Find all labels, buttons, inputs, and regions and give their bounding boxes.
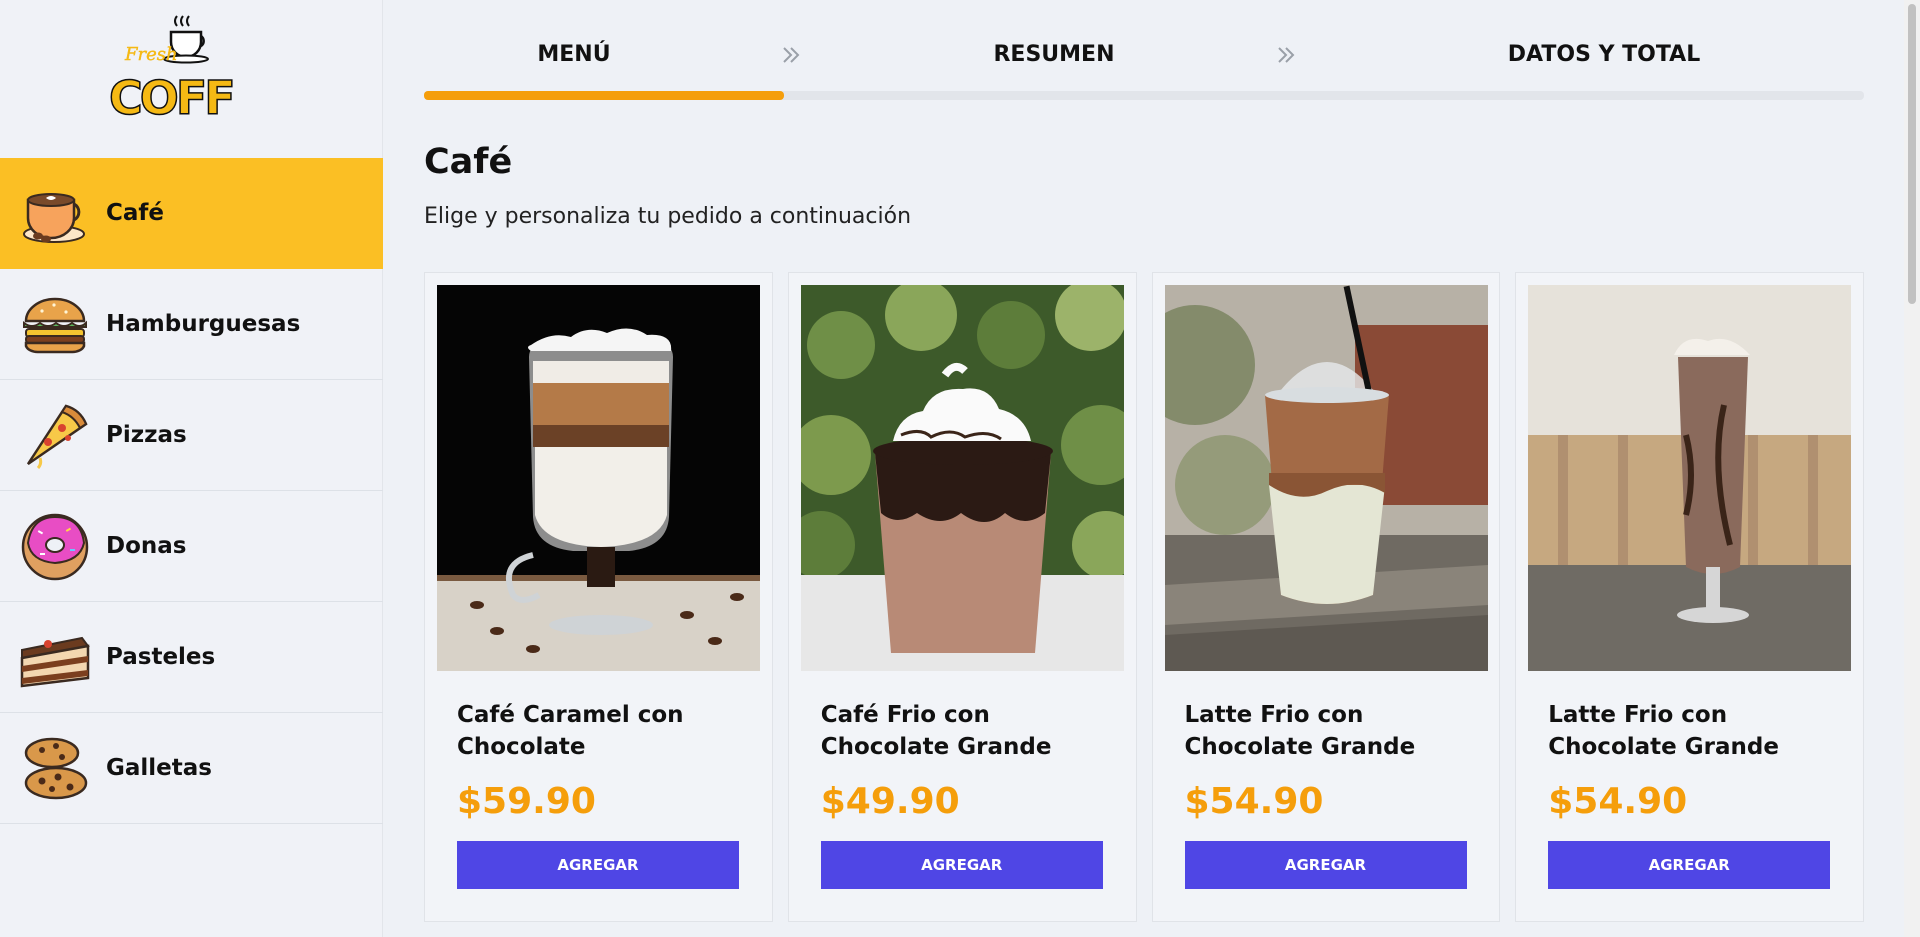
- sidebar-item-label: Pasteles: [106, 644, 216, 670]
- product-price: $49.90: [820, 781, 960, 822]
- step-datos-total[interactable]: DATOS Y TOTAL: [1454, 42, 1754, 67]
- product-grid: Café Caramel con Chocolate $59.90 AGREGA…: [424, 272, 1864, 922]
- sidebar-item-cafe[interactable]: Café: [0, 158, 383, 269]
- product-name: Café Caramel con Chocolate: [457, 702, 684, 760]
- product-name: Latte Frio con Chocolate Grande: [1184, 702, 1416, 760]
- sidebar-item-galletas[interactable]: Galletas: [0, 713, 383, 824]
- product-card: Latte Frio con Chocolate Grande $54.90 A…: [1151, 272, 1501, 922]
- sidebar-item-label: Donas: [106, 533, 187, 559]
- product-price: $59.90: [457, 781, 596, 822]
- product-image: [1528, 285, 1852, 671]
- step-menu[interactable]: MENÚ: [474, 42, 674, 67]
- donut-icon: [21, 513, 89, 581]
- page-subtitle: Elige y personaliza tu pedido a continua…: [424, 204, 912, 229]
- sidebar: Fresh COFFEE Café: [0, 0, 383, 937]
- hamburger-icon: [23, 297, 87, 354]
- sidebar-item-label: Hamburguesas: [106, 311, 301, 337]
- add-to-order-button[interactable]: AGREGAR: [1184, 841, 1467, 889]
- pizza-slice-icon: [26, 404, 88, 470]
- coffee-cup-icon: [23, 193, 85, 243]
- category-list: Café Hamburguesas Pizzas Donas Pasteles …: [0, 158, 383, 824]
- sidebar-item-pizzas[interactable]: Pizzas: [0, 380, 383, 491]
- cake-slice-icon: [20, 636, 90, 688]
- product-card: Café Frio con Chocolate Grande $49.90 AG…: [787, 272, 1137, 922]
- page-scrollbar[interactable]: [1904, 0, 1920, 937]
- cookies-icon: [24, 737, 88, 800]
- chevron-right-icon: [783, 47, 800, 63]
- sidebar-item-label: Pizzas: [106, 422, 187, 448]
- product-card: Café Caramel con Chocolate $59.90 AGREGA…: [424, 272, 773, 922]
- chevron-right-icon: [1278, 47, 1295, 63]
- main-content: MENÚ RESUMEN DATOS Y TOTAL Café Elige y …: [384, 0, 1904, 937]
- product-image: [1164, 285, 1488, 671]
- sidebar-item-label: Café: [106, 200, 165, 226]
- add-to-order-button[interactable]: AGREGAR: [1548, 841, 1831, 889]
- product-price: $54.90: [1184, 781, 1324, 822]
- product-card: Latte Frio con Chocolate Grande $54.90 A…: [1515, 272, 1864, 922]
- product-name: Café Frio con Chocolate Grande: [820, 702, 1052, 760]
- sidebar-item-pasteles[interactable]: Pasteles: [0, 602, 383, 713]
- order-steps: MENÚ RESUMEN DATOS Y TOTAL: [424, 0, 1864, 100]
- product-name: Latte Frio con Chocolate Grande: [1548, 702, 1779, 760]
- sidebar-item-donas[interactable]: Donas: [0, 491, 383, 602]
- svg-text:COFFEE: COFFEE: [109, 71, 235, 124]
- progress-bar: [424, 91, 1864, 100]
- product-image: [800, 285, 1124, 671]
- sidebar-item-label: Galletas: [106, 755, 212, 781]
- fresh-coffee-logo[interactable]: Fresh COFFEE: [0, 0, 383, 158]
- scrollbar-thumb[interactable]: [1908, 4, 1916, 304]
- sidebar-item-hamburguesas[interactable]: Hamburguesas: [0, 269, 383, 380]
- coffee-logo-icon: Fresh COFFEE: [108, 15, 235, 124]
- add-to-order-button[interactable]: AGREGAR: [457, 841, 739, 889]
- add-to-order-button[interactable]: AGREGAR: [820, 841, 1103, 889]
- page-title: Café: [424, 142, 513, 182]
- svg-text:Fresh: Fresh: [124, 44, 178, 65]
- progress-bar-fill: [424, 91, 784, 100]
- step-resumen[interactable]: RESUMEN: [954, 42, 1154, 67]
- product-image: [437, 285, 760, 671]
- product-price: $54.90: [1548, 781, 1688, 822]
